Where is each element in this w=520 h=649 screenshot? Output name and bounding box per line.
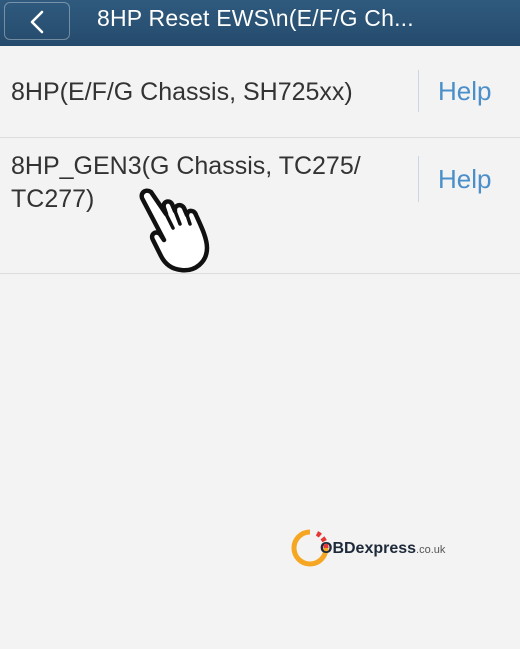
- app-header: 8HP Reset EWS\n(E/F/G Ch...: [0, 0, 520, 46]
- watermark-text: OBDexpress.co.uk: [320, 540, 445, 558]
- watermark-domain: .co.uk: [416, 544, 446, 556]
- hand-pointer-icon: [133, 186, 223, 281]
- help-button[interactable]: Help: [438, 76, 491, 107]
- list-item-8hp-sh725[interactable]: 8HP(E/F/G Chassis, SH725xx) Help: [0, 46, 520, 138]
- help-button[interactable]: Help: [438, 164, 491, 195]
- back-button[interactable]: [4, 2, 70, 40]
- page-title: 8HP Reset EWS\n(E/F/G Ch...: [97, 5, 414, 31]
- divider: [418, 70, 419, 112]
- list-item-8hp-gen3[interactable]: 8HP_GEN3(G Chassis, TC275/ TC277) Help: [0, 138, 520, 274]
- watermark-brand: OBDexpress: [320, 540, 417, 557]
- watermark: OBDexpress.co.uk: [290, 528, 450, 572]
- list-item-label[interactable]: 8HP(E/F/G Chassis, SH725xx): [11, 76, 406, 109]
- chevron-left-icon: [30, 10, 44, 34]
- divider: [418, 156, 419, 202]
